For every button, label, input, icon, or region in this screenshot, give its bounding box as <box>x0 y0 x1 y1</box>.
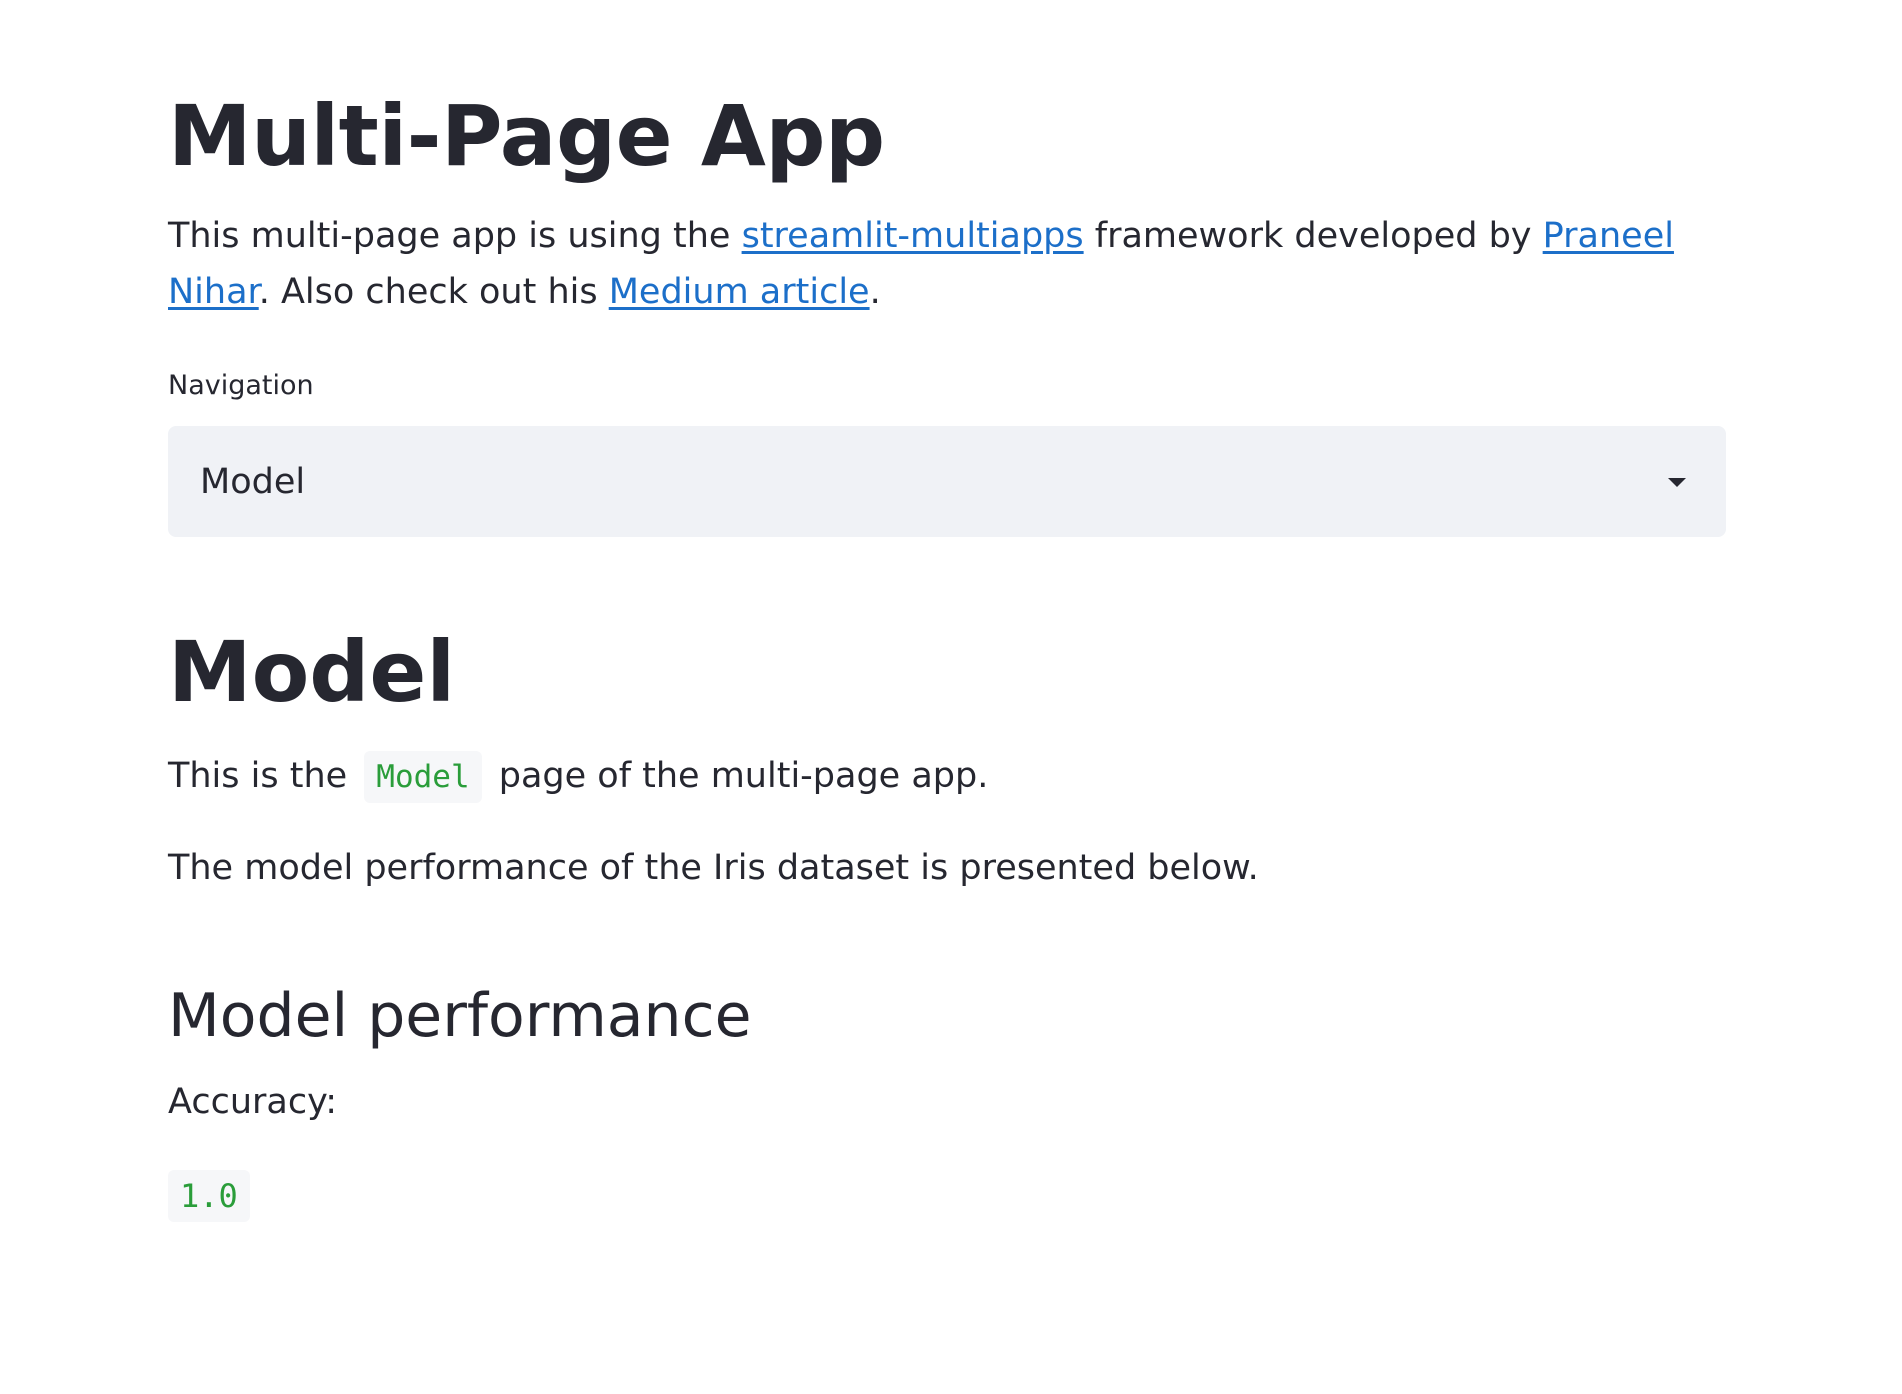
page-title: Model <box>168 623 456 721</box>
dataset-description: The model performance of the Iris datase… <box>168 848 1259 888</box>
navigation-select[interactable]: Model <box>168 426 1726 537</box>
intro-text-1: This multi-page app is using the <box>168 216 742 256</box>
navigation-label: Navigation <box>168 370 314 401</box>
streamlit-multiapps-link[interactable]: streamlit-multiapps <box>742 216 1084 256</box>
app-title: Multi-Page App <box>168 87 885 185</box>
navigation-selected-value: Model <box>200 461 306 502</box>
intro-text-4: . <box>869 272 881 312</box>
page-intro-text-after: page of the multi-page app. <box>487 756 989 796</box>
intro-text-2: framework developed by <box>1083 216 1543 256</box>
intro-paragraph: This multi-page app is using the streaml… <box>168 208 1726 320</box>
accuracy-label: Accuracy: <box>168 1082 338 1122</box>
page-intro-paragraph: This is the Model page of the multi-page… <box>168 748 988 804</box>
medium-article-link[interactable]: Medium article <box>609 272 870 312</box>
page-intro-text-before: This is the <box>168 756 359 796</box>
section-title: Model performance <box>168 981 752 1051</box>
intro-text-3: . Also check out his <box>258 272 609 312</box>
chevron-down-icon[interactable] <box>1668 477 1686 487</box>
accuracy-value: 1.0 <box>168 1170 250 1222</box>
page-name-code: Model <box>364 751 482 803</box>
